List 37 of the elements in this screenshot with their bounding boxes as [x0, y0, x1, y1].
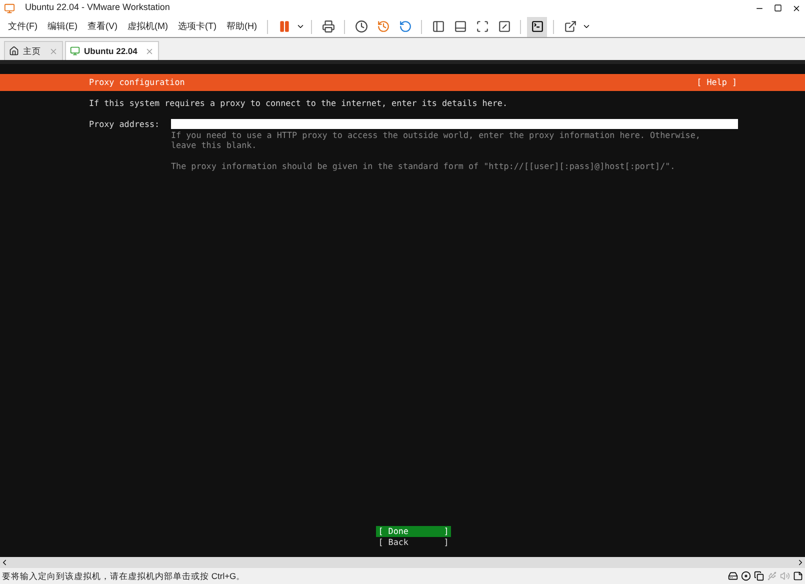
- hard-drive-icon[interactable]: [728, 571, 738, 581]
- home-icon: [9, 46, 19, 56]
- maximize-icon[interactable]: [774, 4, 782, 12]
- status-text: 要将输入定向到该虚拟机，请在虚拟机内部单击或按 Ctrl+G。: [2, 570, 246, 582]
- action-button[interactable]: [ Back ]: [376, 536, 451, 547]
- menu-item[interactable]: 虚拟机(M): [124, 20, 172, 34]
- action-button[interactable]: [ Done ]: [376, 526, 451, 536]
- window-title: Ubuntu 22.04 - VMware Workstation: [25, 1, 171, 14]
- tab[interactable]: Ubuntu 22.04: [65, 41, 160, 60]
- dropdown-caret-icon[interactable]: [296, 22, 305, 31]
- proxy-address-field[interactable]: [171, 118, 738, 128]
- close-tab-icon[interactable]: [145, 46, 154, 56]
- horizontal-scrollbar[interactable]: [0, 557, 805, 568]
- dropdown-caret-icon[interactable]: [582, 22, 591, 31]
- close-icon[interactable]: [792, 4, 801, 12]
- hint-text: If you need to use a HTTP proxy to access the outside world, enter the proxy information here. Otherwise, leave this blank.: [171, 130, 702, 150]
- console-icon[interactable]: [527, 16, 547, 36]
- field-label: Proxy address:: [89, 118, 161, 131]
- tab-label: 主页: [23, 44, 41, 58]
- scroll-left-icon[interactable]: [0, 558, 9, 567]
- menu-item[interactable]: 编辑(E): [44, 20, 82, 34]
- hint-text: The proxy information should be given in the standard form of "http://[[user][:pass]@]host[:port]/".: [171, 161, 676, 172]
- menu-item[interactable]: 选项卡(T): [174, 20, 220, 34]
- tab[interactable]: 主页: [4, 41, 63, 60]
- disc-icon[interactable]: [741, 571, 751, 581]
- intro-text: If this system requires a proxy to connect to the internet, enter its details here.: [88, 98, 509, 108]
- menu-item[interactable]: 查看(V): [84, 20, 122, 34]
- scroll-right-icon[interactable]: [796, 558, 805, 567]
- tab-label: Ubuntu 22.04: [84, 44, 138, 58]
- help-button[interactable]: [ Help ]: [696, 77, 737, 88]
- menu-item[interactable]: 帮助(H): [222, 20, 261, 34]
- vm-screen[interactable]: [0, 60, 805, 557]
- menu-item[interactable]: 文件(F): [4, 20, 42, 34]
- note-icon[interactable]: [793, 571, 803, 581]
- app-icon: [4, 2, 15, 14]
- vm-icon: [70, 46, 80, 56]
- header-title: Proxy configuration: [89, 77, 186, 88]
